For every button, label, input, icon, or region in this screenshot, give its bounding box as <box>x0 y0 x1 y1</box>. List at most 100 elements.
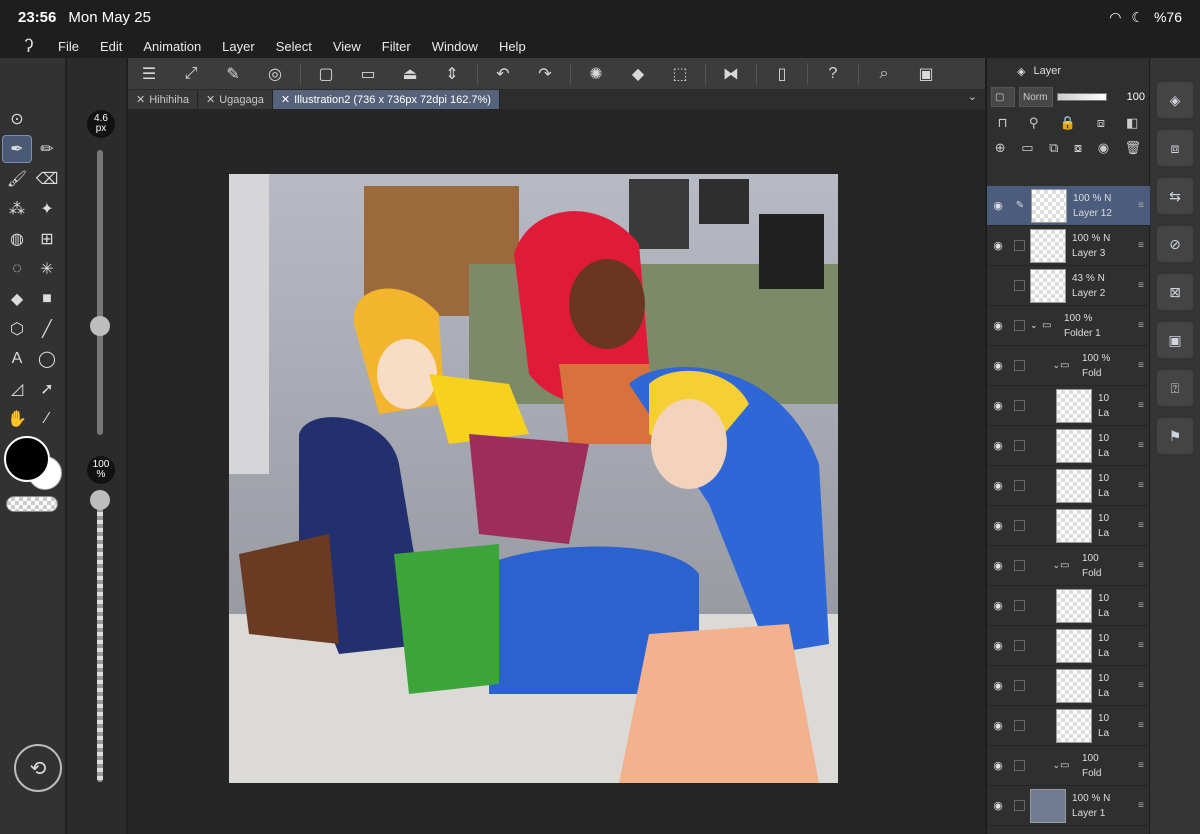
hamburger-icon[interactable]: ≡ <box>1138 800 1144 811</box>
eye-icon[interactable]: ◉ <box>987 439 1009 452</box>
close-icon[interactable]: ✕ <box>136 93 145 106</box>
fill-tool-icon[interactable]: ◆ <box>3 286 31 312</box>
app-logo-icon[interactable]: ʔ <box>0 36 58 57</box>
canvas-area[interactable] <box>128 109 985 834</box>
eye-icon[interactable]: ◉ <box>987 199 1009 212</box>
quick-access-icon[interactable]: ⍰ <box>1157 370 1193 406</box>
hamburger-icon[interactable]: ≡ <box>1138 640 1144 651</box>
layer-checkbox[interactable] <box>1014 640 1025 651</box>
ruler-tool-icon[interactable]: ◿ <box>3 376 31 402</box>
grid-tool-icon[interactable]: ⊞ <box>33 226 61 252</box>
eyedropper-tool-icon[interactable]: ⁄ <box>33 406 61 432</box>
chevron-down-icon[interactable]: ⌄ <box>1030 320 1042 331</box>
menu-window[interactable]: Window <box>432 39 478 54</box>
layer-row[interactable]: ◉ 10 La ≡ <box>987 626 1150 666</box>
hamburger-icon[interactable]: ≡ <box>1138 600 1144 611</box>
layer-row[interactable]: ◉ 10 La ≡ <box>987 426 1150 466</box>
eye-icon[interactable]: ◉ <box>987 559 1009 572</box>
layer-color-select[interactable]: ▢ <box>991 87 1015 107</box>
hamburger-icon[interactable]: ≡ <box>1138 200 1144 211</box>
line-tool-icon[interactable]: ╱ <box>33 316 61 342</box>
hamburger-icon[interactable]: ≡ <box>1138 240 1144 251</box>
layer-checkbox[interactable] <box>1014 400 1025 411</box>
hamburger-icon[interactable]: ≡ <box>1138 280 1144 291</box>
hamburger-icon[interactable]: ≡ <box>1138 360 1144 371</box>
new-layer-icon[interactable]: ⊕ <box>995 140 1006 156</box>
layer-row[interactable]: ◉ 10 La ≡ <box>987 466 1150 506</box>
blend-mode-select[interactable]: Norm <box>1019 87 1053 107</box>
eye-icon[interactable]: ◉ <box>987 639 1009 652</box>
eye-icon[interactable]: ◉ <box>987 479 1009 492</box>
copy-layer-icon[interactable]: ⧉ <box>1049 140 1058 156</box>
fill-icon[interactable]: ◆ <box>617 58 659 90</box>
fit-icon[interactable]: ⤢ <box>170 58 212 90</box>
layer-row[interactable]: ◉ 10 La ≡ <box>987 666 1150 706</box>
airbrush-tool-icon[interactable]: ⁂ <box>3 196 31 222</box>
reference-icon[interactable]: ⚲ <box>1029 115 1039 131</box>
open-icon[interactable]: ▭ <box>347 58 389 90</box>
main-color-swatch[interactable] <box>4 436 50 482</box>
transparent-color-swatch[interactable] <box>6 496 58 512</box>
text-tool-icon[interactable]: A <box>3 346 31 372</box>
save-icon[interactable]: ⏏ <box>389 58 431 90</box>
eye-icon[interactable]: ◉ <box>987 319 1009 332</box>
layer-checkbox[interactable] <box>1014 440 1025 451</box>
hamburger-icon[interactable]: ≡ <box>1138 720 1144 731</box>
blend-tool-icon[interactable]: ◍ <box>3 226 31 252</box>
layer-property-icon[interactable]: ⧈ <box>1157 130 1193 166</box>
tab-ugagaga[interactable]: ✕ Ugagaga <box>197 90 273 109</box>
undo-icon[interactable]: ↶ <box>482 58 524 90</box>
mask-icon[interactable]: ◧ <box>1126 115 1138 131</box>
layer-checkbox[interactable] <box>1014 720 1025 731</box>
sub-view-icon[interactable]: ▣ <box>1157 322 1193 358</box>
chevron-down-icon[interactable]: ⌄ <box>1030 560 1060 571</box>
merge-icon[interactable]: ⧇ <box>1074 140 1082 156</box>
flip-icon[interactable]: ⧓ <box>710 58 752 90</box>
layer-checkbox[interactable] <box>1014 240 1025 251</box>
lock-alpha-icon[interactable]: ⧈ <box>1097 115 1105 131</box>
brush-tool-icon[interactable]: 🖌 <box>3 166 31 192</box>
tab-hihihiha[interactable]: ✕ Hihihiha <box>128 90 198 109</box>
sparkle-tool-icon[interactable]: ✦ <box>33 196 61 222</box>
object-tool-icon[interactable]: ➚ <box>33 376 61 402</box>
layer-checkbox[interactable] <box>1014 560 1025 571</box>
chevron-down-icon[interactable]: ⌄ <box>1030 760 1060 771</box>
tab-illustration2[interactable]: ✕ Illustration2 (736 x 736px 72dpi 162.7… <box>272 90 500 109</box>
eye-icon[interactable]: ◉ <box>987 239 1009 252</box>
menu-select[interactable]: Select <box>276 39 312 54</box>
sub-tool-icon[interactable]: ⊙ <box>3 106 31 132</box>
navigator-icon[interactable]: ⊘ <box>1157 226 1193 262</box>
arrows-icon[interactable]: ⇕ <box>431 58 473 90</box>
eye-icon[interactable]: ◉ <box>987 799 1009 812</box>
brush-opacity-thumb[interactable] <box>90 490 110 510</box>
layers-icon[interactable]: ◈ <box>1017 65 1025 78</box>
help-icon[interactable]: ? <box>812 58 854 90</box>
eye-icon[interactable]: ◉ <box>987 679 1009 692</box>
artwork-canvas[interactable] <box>229 174 838 783</box>
redo-icon[interactable]: ↷ <box>524 58 566 90</box>
layer-checkbox[interactable] <box>1014 480 1025 491</box>
layer-checkbox[interactable] <box>1014 280 1025 291</box>
layer-row[interactable]: ◉ 10 La ≡ <box>987 586 1150 626</box>
lock-icon[interactable]: 🔒 <box>1059 115 1075 131</box>
menu-animation[interactable]: Animation <box>143 39 201 54</box>
folder-row[interactable]: ◉ ⌄ ▭ 100 % Fold ≡ <box>987 346 1150 386</box>
window-icon[interactable]: ▣ <box>905 58 947 90</box>
new-folder-icon[interactable]: ▭ <box>1021 140 1033 156</box>
eye-icon[interactable]: ◉ <box>987 719 1009 732</box>
hamburger-icon[interactable]: ≡ <box>1138 760 1144 771</box>
eye-icon[interactable]: ◉ <box>987 399 1009 412</box>
hand-tool-icon[interactable]: ✋ <box>3 406 31 432</box>
menu-edit[interactable]: Edit <box>100 39 122 54</box>
trash-icon[interactable]: 🗑 <box>1125 140 1142 156</box>
chevron-down-icon[interactable]: ⌄ <box>1030 360 1060 371</box>
opacity-slider[interactable] <box>1057 93 1107 101</box>
layer-panel-title[interactable]: Layer <box>1033 65 1061 77</box>
layer-row[interactable]: ◉ 100 % N Layer 1 ≡ <box>987 786 1150 826</box>
hamburger-icon[interactable]: ≡ <box>1138 320 1144 331</box>
close-icon[interactable]: ✕ <box>206 93 215 106</box>
phone-icon[interactable]: ▯ <box>761 58 803 90</box>
mask-add-icon[interactable]: ◉ <box>1098 140 1109 156</box>
layer-checkbox[interactable] <box>1014 600 1025 611</box>
hamburger-icon[interactable]: ≡ <box>1138 480 1144 491</box>
